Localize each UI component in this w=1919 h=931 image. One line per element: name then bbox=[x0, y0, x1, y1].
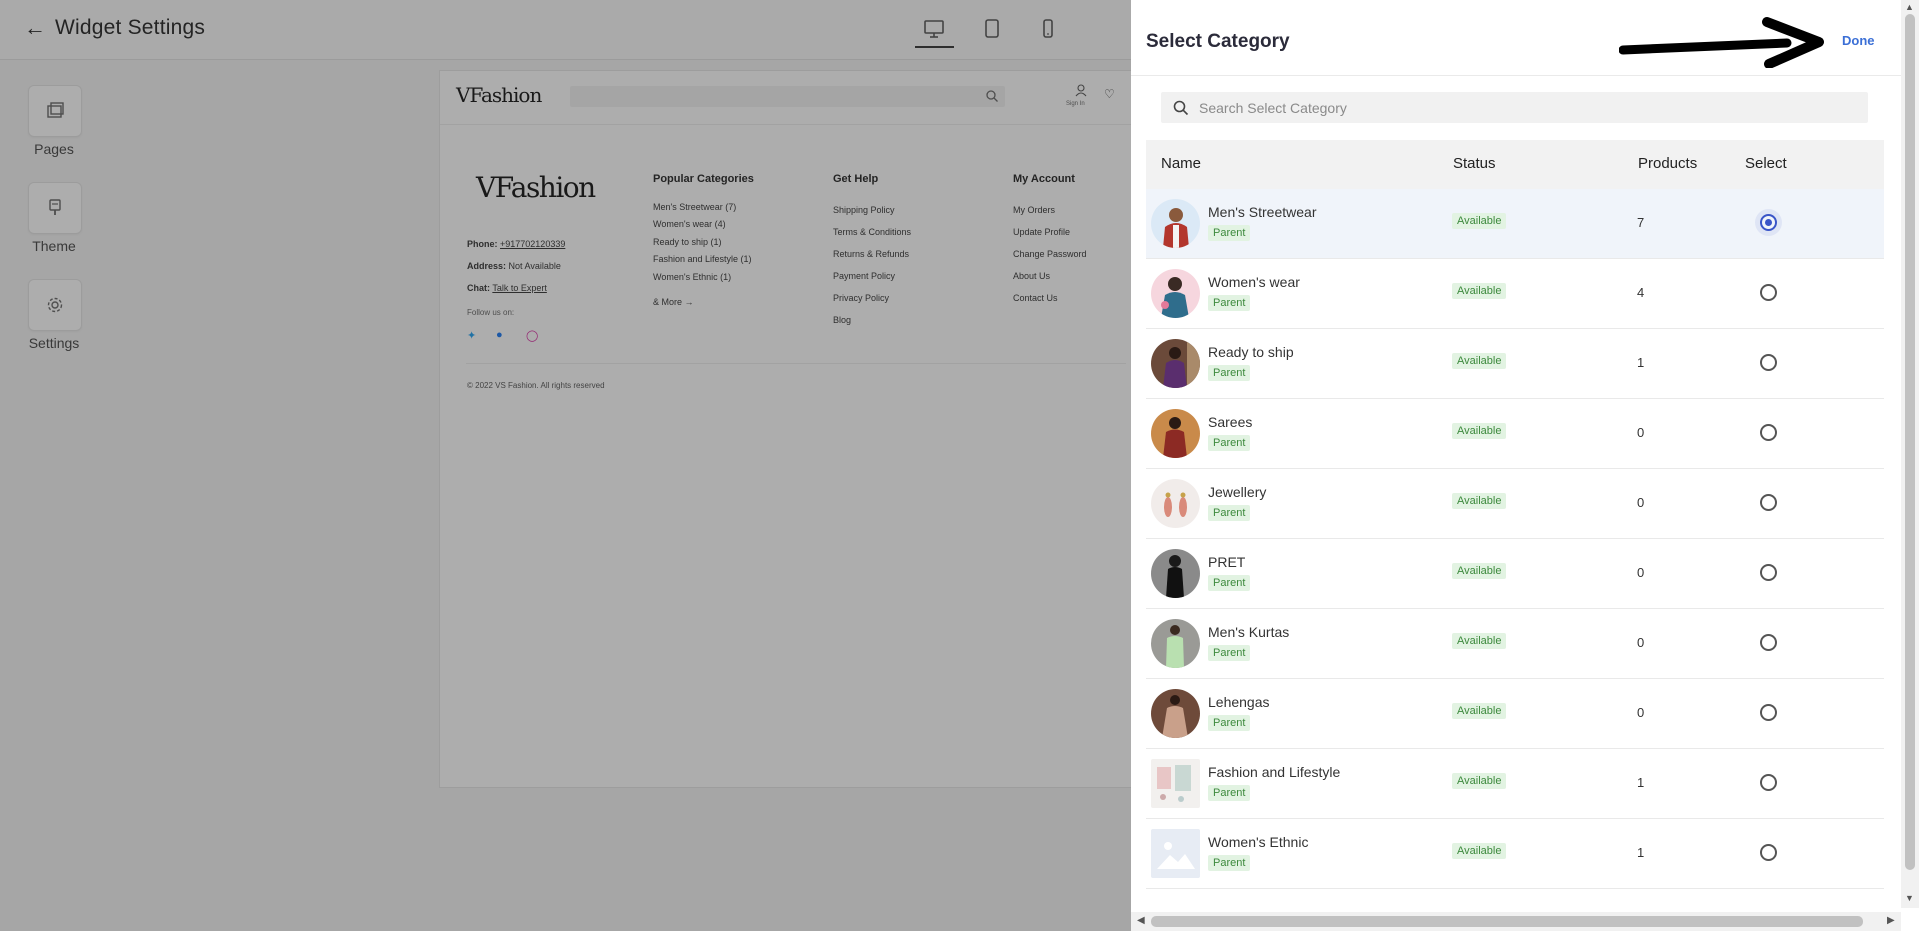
table-row[interactable]: Women's wear Parent Available 4 bbox=[1146, 259, 1884, 329]
product-count: 1 bbox=[1637, 775, 1645, 790]
category-name: PRET bbox=[1208, 554, 1246, 570]
product-count: 0 bbox=[1637, 565, 1645, 580]
category-search[interactable] bbox=[1161, 92, 1868, 123]
product-count: 4 bbox=[1637, 285, 1645, 300]
category-thumbnail bbox=[1151, 479, 1200, 528]
status-badge: Available bbox=[1452, 213, 1507, 229]
category-thumbnail bbox=[1151, 269, 1200, 318]
horizontal-scroll-thumb[interactable] bbox=[1151, 916, 1863, 927]
category-thumbnail bbox=[1151, 199, 1200, 248]
category-name: Sarees bbox=[1208, 414, 1253, 430]
parent-badge: Parent bbox=[1208, 365, 1251, 381]
parent-badge: Parent bbox=[1208, 715, 1251, 731]
panel-header-divider bbox=[1131, 75, 1901, 76]
category-thumbnail bbox=[1151, 689, 1200, 738]
category-name: Women's Ethnic bbox=[1208, 834, 1309, 850]
parent-badge: Parent bbox=[1208, 505, 1251, 521]
parent-badge: Parent bbox=[1208, 225, 1251, 241]
vertical-scrollbar[interactable]: ▲ ▼ bbox=[1901, 0, 1919, 908]
product-count: 7 bbox=[1637, 215, 1645, 230]
table-row[interactable]: Men's Kurtas Parent Available 0 bbox=[1146, 609, 1884, 679]
table-row[interactable]: Fashion and Lifestyle Parent Available 1 bbox=[1146, 749, 1884, 819]
modal-overlay[interactable] bbox=[0, 0, 1131, 931]
parent-badge: Parent bbox=[1208, 645, 1251, 661]
status-badge: Available bbox=[1452, 563, 1507, 579]
table-row[interactable]: Ready to ship Parent Available 1 bbox=[1146, 329, 1884, 399]
select-radio[interactable] bbox=[1760, 424, 1777, 441]
select-radio[interactable] bbox=[1760, 214, 1777, 231]
category-name: Fashion and Lifestyle bbox=[1208, 764, 1341, 780]
table-row[interactable]: Men's Streetwear Parent Available 7 bbox=[1146, 189, 1884, 259]
select-radio[interactable] bbox=[1760, 774, 1777, 791]
column-header-name: Name bbox=[1161, 155, 1202, 172]
search-icon bbox=[1173, 100, 1189, 116]
panel-title: Select Category bbox=[1146, 31, 1290, 52]
product-count: 0 bbox=[1637, 635, 1645, 650]
parent-badge: Parent bbox=[1208, 435, 1251, 451]
scroll-up-icon[interactable]: ▲ bbox=[1905, 2, 1914, 12]
horizontal-scrollbar[interactable]: ◀ ▶ bbox=[1131, 912, 1901, 931]
table-row[interactable]: Jewellery Parent Available 0 bbox=[1146, 469, 1884, 539]
status-badge: Available bbox=[1452, 493, 1507, 509]
category-name: Men's Kurtas bbox=[1208, 624, 1290, 640]
parent-badge: Parent bbox=[1208, 785, 1251, 801]
category-name: Men's Streetwear bbox=[1208, 204, 1317, 220]
arrow-annotation-icon bbox=[1619, 17, 1824, 68]
select-radio[interactable] bbox=[1760, 704, 1777, 721]
category-thumbnail bbox=[1151, 339, 1200, 388]
category-thumbnail bbox=[1151, 759, 1200, 808]
category-name: Women's wear bbox=[1208, 274, 1300, 290]
select-radio[interactable] bbox=[1760, 284, 1777, 301]
product-count: 1 bbox=[1637, 845, 1645, 860]
parent-badge: Parent bbox=[1208, 855, 1251, 871]
table-header: Name Status Products Select bbox=[1146, 140, 1884, 189]
status-badge: Available bbox=[1452, 353, 1507, 369]
select-radio[interactable] bbox=[1760, 634, 1777, 651]
table-row[interactable]: Sarees Parent Available 0 bbox=[1146, 399, 1884, 469]
parent-badge: Parent bbox=[1208, 575, 1251, 591]
product-count: 0 bbox=[1637, 425, 1645, 440]
category-name: Jewellery bbox=[1208, 484, 1267, 500]
column-header-select: Select bbox=[1745, 155, 1787, 172]
select-radio[interactable] bbox=[1760, 844, 1777, 861]
scroll-down-icon[interactable]: ▼ bbox=[1905, 893, 1914, 903]
category-thumbnail bbox=[1151, 549, 1200, 598]
select-radio[interactable] bbox=[1760, 494, 1777, 511]
category-search-input[interactable] bbox=[1199, 92, 1849, 123]
select-radio[interactable] bbox=[1760, 564, 1777, 581]
select-category-panel: Select Category Done Name Status Product… bbox=[1131, 0, 1919, 931]
scroll-left-icon[interactable]: ◀ bbox=[1137, 915, 1145, 926]
status-badge: Available bbox=[1452, 423, 1507, 439]
status-badge: Available bbox=[1452, 703, 1507, 719]
product-count: 0 bbox=[1637, 495, 1645, 510]
product-count: 1 bbox=[1637, 355, 1645, 370]
status-badge: Available bbox=[1452, 633, 1507, 649]
parent-badge: Parent bbox=[1208, 295, 1251, 311]
category-thumbnail bbox=[1151, 619, 1200, 668]
category-thumbnail bbox=[1151, 409, 1200, 458]
scroll-right-icon[interactable]: ▶ bbox=[1887, 915, 1895, 926]
image-placeholder-icon bbox=[1151, 829, 1200, 878]
column-header-products: Products bbox=[1638, 155, 1698, 172]
column-header-status: Status bbox=[1453, 155, 1496, 172]
category-name: Ready to ship bbox=[1208, 344, 1294, 360]
category-name: Lehengas bbox=[1208, 694, 1270, 710]
table-row[interactable]: Lehengas Parent Available 0 bbox=[1146, 679, 1884, 749]
table-row[interactable]: PRET Parent Available 0 bbox=[1146, 539, 1884, 609]
product-count: 0 bbox=[1637, 705, 1645, 720]
table-row[interactable]: Women's Ethnic Parent Available 1 bbox=[1146, 819, 1884, 889]
status-badge: Available bbox=[1452, 843, 1507, 859]
status-badge: Available bbox=[1452, 773, 1507, 789]
status-badge: Available bbox=[1452, 283, 1507, 299]
select-radio[interactable] bbox=[1760, 354, 1777, 371]
done-button[interactable]: Done bbox=[1842, 33, 1875, 48]
vertical-scroll-thumb[interactable] bbox=[1905, 14, 1915, 870]
